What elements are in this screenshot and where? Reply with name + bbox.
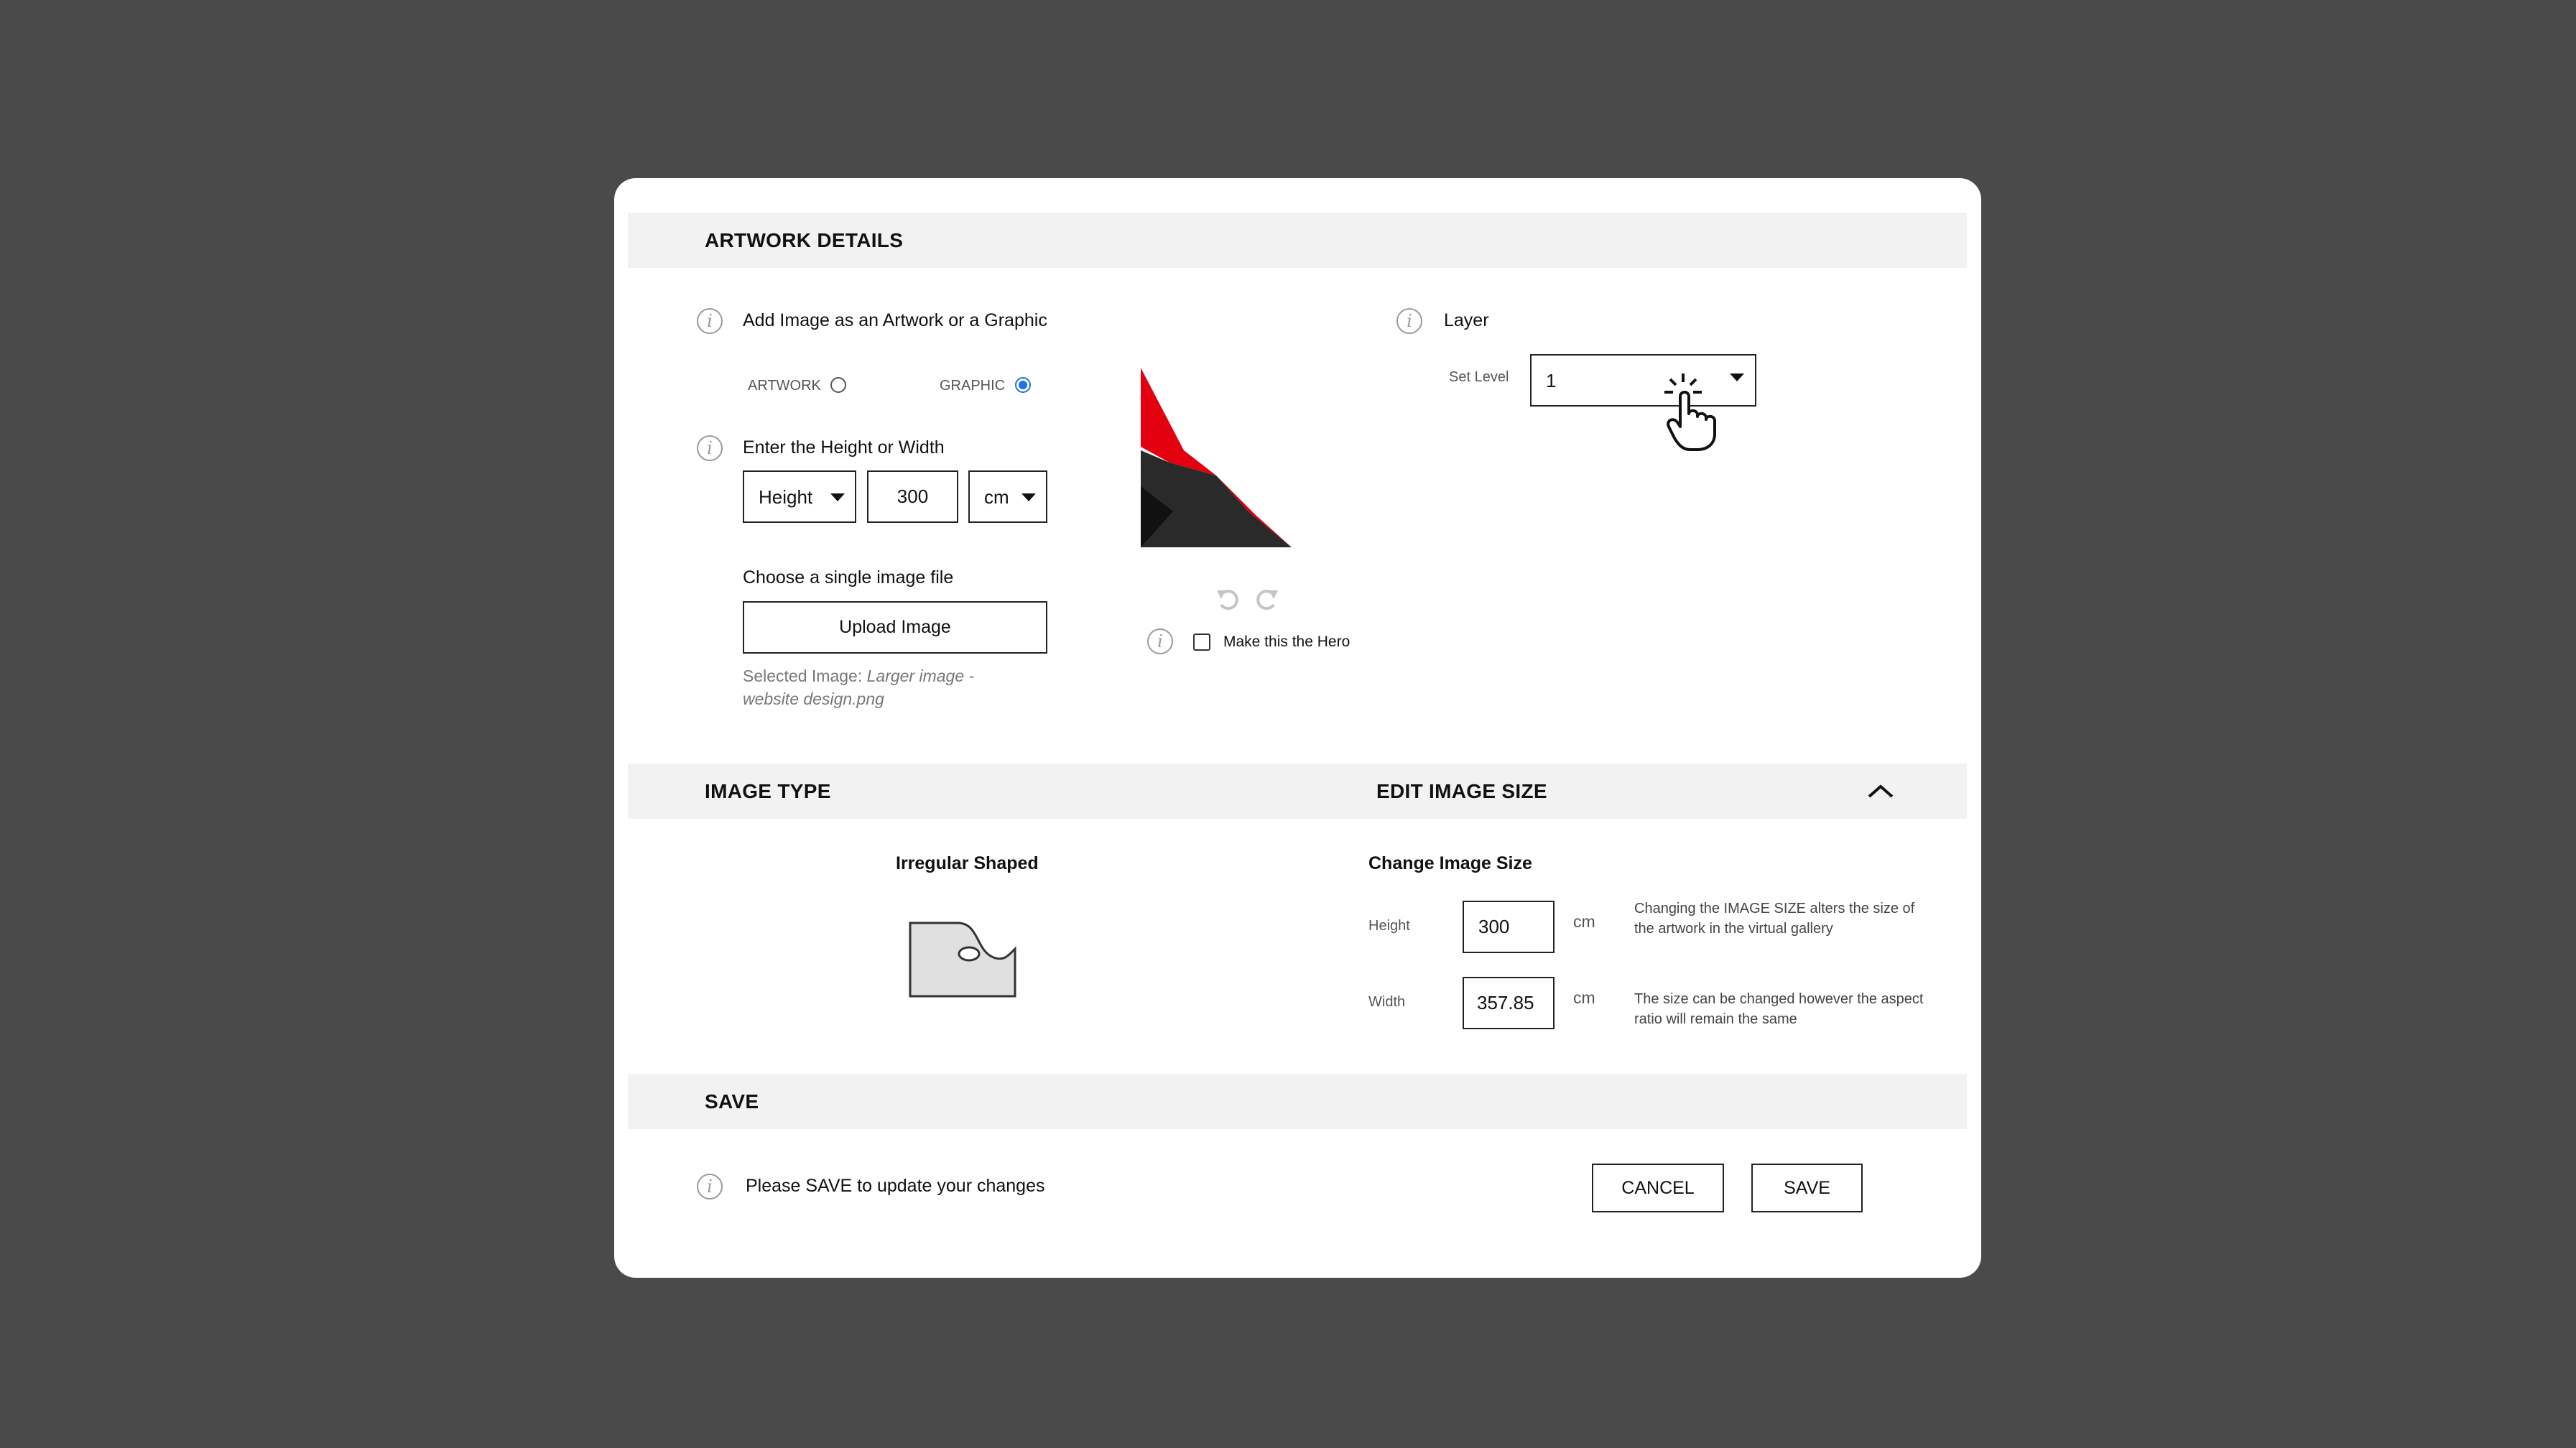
info-icon[interactable]: i: [1147, 628, 1173, 654]
add-image-label: Add Image as an Artwork or a Graphic: [743, 310, 1047, 330]
save-header: SAVE: [628, 1074, 1967, 1129]
save-message: Please SAVE to update your changes: [746, 1176, 1045, 1196]
image-type-title: IMAGE TYPE: [705, 780, 831, 802]
set-level-value: 1: [1546, 370, 1557, 391]
save-button[interactable]: SAVE: [1751, 1164, 1863, 1212]
save-title: SAVE: [705, 1090, 759, 1113]
choose-file-label: Choose a single image file: [743, 567, 954, 588]
selected-image-text: Selected Image: Larger image - website d…: [743, 664, 1001, 710]
cancel-button[interactable]: CANCEL: [1592, 1164, 1724, 1212]
info-icon[interactable]: i: [697, 308, 723, 334]
dimension-label: Enter the Height or Width: [743, 437, 945, 458]
info-icon[interactable]: i: [1396, 308, 1422, 334]
height-label: Height: [1368, 918, 1410, 934]
height-input[interactable]: 300: [1463, 901, 1555, 953]
artwork-details-title: ARTWORK DETAILS: [705, 229, 904, 251]
unit-select[interactable]: cm: [968, 470, 1047, 523]
set-level-label: Set Level: [1449, 369, 1509, 385]
height-unit: cm: [1573, 912, 1595, 931]
width-note: The size can be changed however the aspe…: [1634, 991, 1924, 1027]
hero-checkbox[interactable]: [1193, 634, 1210, 651]
hero-label: Make this the Hero: [1223, 634, 1350, 650]
width-label: Width: [1368, 994, 1406, 1010]
edit-image-size-title: EDIT IMAGE SIZE: [1376, 780, 1547, 802]
hand-pointer-icon: [1664, 373, 1716, 451]
graphic-radio[interactable]: [1015, 377, 1031, 393]
undo-icon[interactable]: [1214, 585, 1243, 613]
graphic-option-label: GRAPHIC: [940, 378, 1006, 394]
artwork-preview-image: [1141, 368, 1292, 547]
info-icon[interactable]: i: [697, 435, 723, 461]
dimension-select-value: Height: [759, 486, 813, 508]
artwork-radio[interactable]: [830, 377, 846, 393]
chevron-down-icon: [1021, 493, 1036, 501]
change-image-size-label: Change Image Size: [1368, 853, 1532, 873]
redo-icon[interactable]: [1252, 585, 1281, 613]
artwork-details-header: ARTWORK DETAILS: [628, 213, 1967, 268]
chevron-down-icon: [830, 493, 845, 501]
dimension-select[interactable]: Height: [743, 470, 856, 523]
info-icon[interactable]: i: [697, 1174, 723, 1199]
unit-select-value: cm: [984, 486, 1009, 508]
artwork-option-label: ARTWORK: [748, 378, 821, 394]
dimension-value-input[interactable]: 300: [867, 470, 958, 523]
upload-image-button[interactable]: Upload Image: [743, 601, 1047, 654]
width-input[interactable]: 357.85: [1463, 977, 1555, 1029]
height-note: Changing the IMAGE SIZE alters the size …: [1634, 901, 1915, 937]
width-unit: cm: [1573, 988, 1595, 1007]
image-type-header: IMAGE TYPE EDIT IMAGE SIZE: [628, 764, 1967, 819]
chevron-down-icon: [1730, 373, 1744, 381]
chevron-up-icon[interactable]: [1866, 782, 1895, 799]
artwork-modal: ARTWORK DETAILS i Add Image as an Artwor…: [614, 178, 1981, 1278]
layer-title: Layer: [1444, 310, 1489, 330]
irregular-shaped-label: Irregular Shaped: [896, 853, 1039, 873]
irregular-shape-icon[interactable]: [907, 920, 1019, 999]
selected-image-prefix: Selected Image:: [743, 667, 863, 685]
